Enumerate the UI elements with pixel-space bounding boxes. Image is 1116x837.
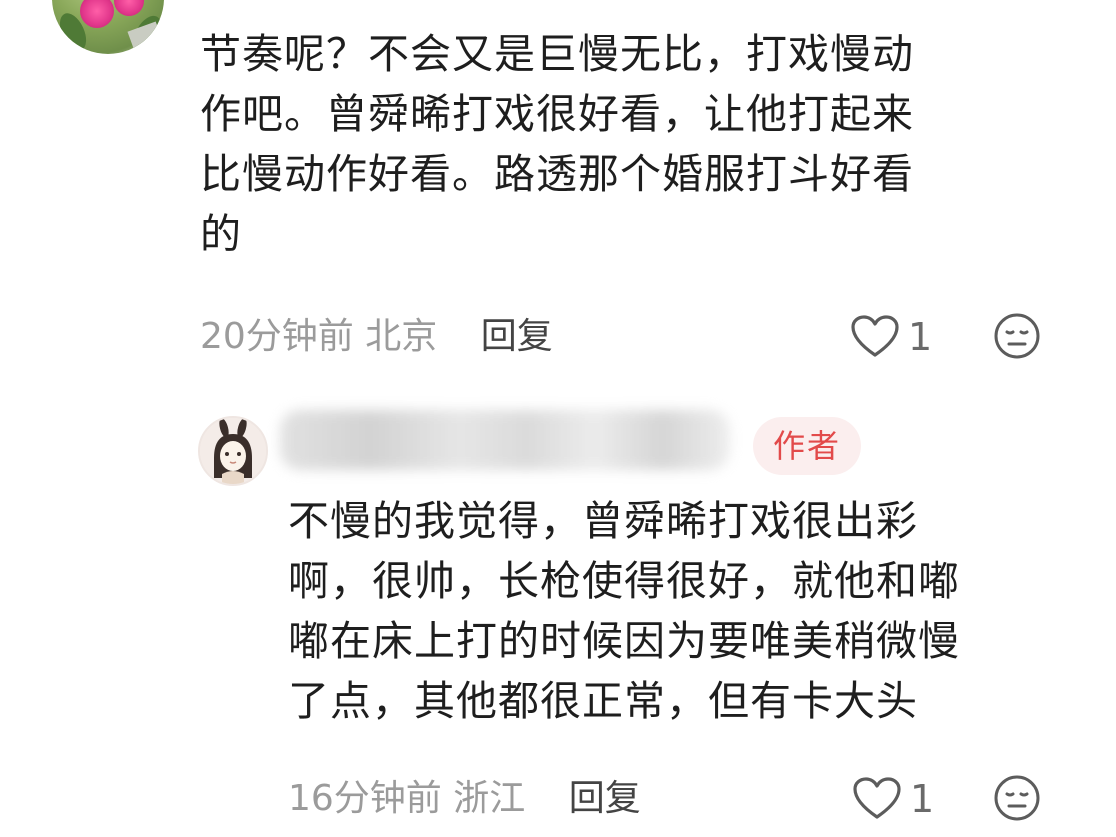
- like-count: 1: [908, 315, 933, 359]
- like-button[interactable]: 1: [852, 777, 934, 821]
- avatar-illustration: [200, 418, 266, 484]
- heart-icon: [851, 315, 899, 357]
- comment-time: 20分钟前: [200, 316, 354, 357]
- comment-line: 作吧。曾舜晞打戏很好看，让他打起来: [200, 90, 914, 138]
- reply-comment-meta: 16分钟前 浙江 回复: [288, 777, 641, 821]
- comment-line: 比慢动作好看。路透那个婚服打斗好看: [200, 150, 914, 198]
- heart-icon: [853, 777, 901, 819]
- comment-line: 啊，很帅，长枪使得很好，就他和嘟: [288, 557, 960, 605]
- reply-button[interactable]: 回复: [481, 316, 553, 357]
- comment-line: 的: [200, 210, 242, 258]
- main-comment-meta: 20分钟前 北京 回复: [200, 315, 553, 359]
- comment-line: 嘟在床上打的时候因为要唯美稍微慢: [288, 617, 960, 665]
- avatar-flower: [80, 0, 114, 28]
- comment-line: 了点，其他都很正常，但有卡大头: [288, 677, 918, 725]
- comment-location: 北京: [365, 316, 438, 357]
- comment-line: 不慢的我觉得，曾舜晞打戏很出彩: [288, 497, 918, 545]
- avatar-stone: [127, 21, 163, 51]
- blurred-author-name[interactable]: [280, 410, 730, 470]
- like-button[interactable]: 1: [850, 315, 932, 359]
- neutral-face-icon[interactable]: [993, 774, 1041, 822]
- avatar-flower: [114, 0, 144, 16]
- author-avatar[interactable]: [198, 416, 268, 486]
- commenter-avatar[interactable]: [52, 0, 164, 54]
- like-count: 1: [910, 777, 935, 821]
- author-badge: 作者: [753, 417, 861, 475]
- reply-comment-text: 不慢的我觉得，曾舜晞打戏很出彩 啊，很帅，长枪使得很好，就他和嘟 嘟在床上打的时…: [288, 491, 1088, 731]
- comment-location: 浙江: [453, 778, 526, 819]
- reply-button[interactable]: 回复: [569, 778, 641, 819]
- comment-time: 16分钟前: [288, 778, 442, 819]
- main-comment-text: 节奏呢？不会又是巨慢无比，打戏慢动 作吧。曾舜晞打戏很好看，让他打起来 比慢动作…: [200, 24, 1050, 264]
- comment-line: 节奏呢？不会又是巨慢无比，打戏慢动: [200, 30, 914, 78]
- neutral-face-icon[interactable]: [993, 312, 1041, 360]
